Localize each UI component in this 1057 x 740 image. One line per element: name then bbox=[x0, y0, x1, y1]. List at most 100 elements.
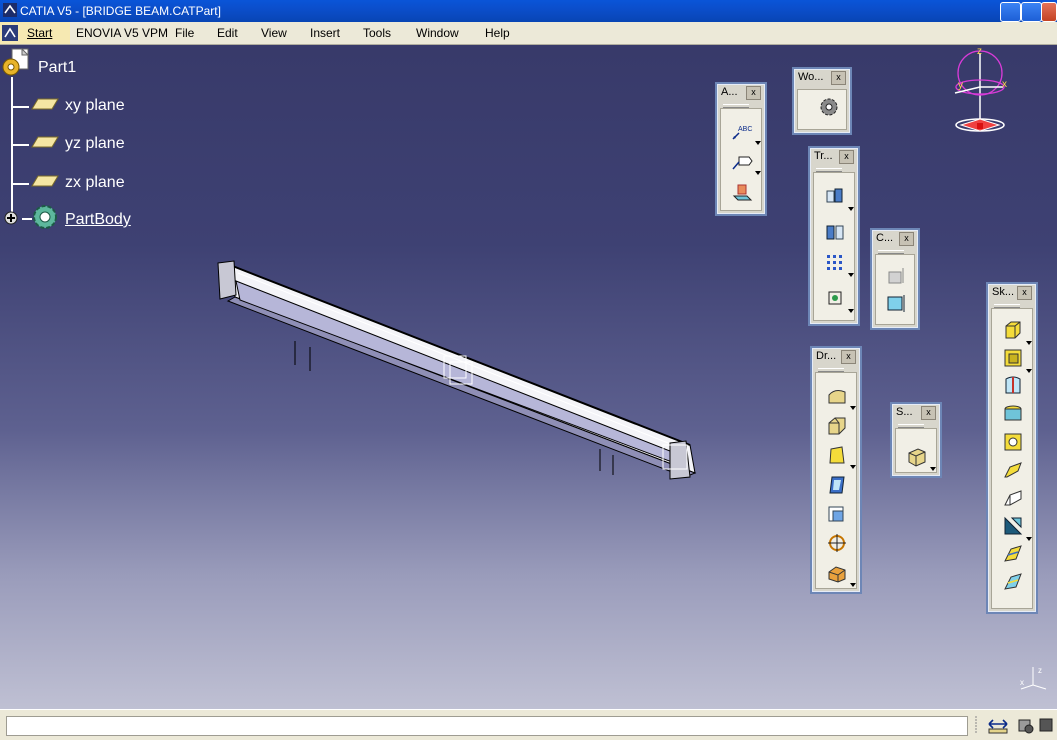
catia-logo-icon[interactable] bbox=[3, 3, 17, 17]
constraint-icon[interactable] bbox=[885, 265, 907, 287]
toolbar-workbench-title: Wo... bbox=[798, 71, 824, 83]
shell-icon[interactable] bbox=[826, 474, 848, 496]
expand-plus-icon[interactable] bbox=[4, 211, 18, 225]
toolbar-close-button[interactable]: x bbox=[921, 406, 936, 420]
dropdown-arrow-icon[interactable] bbox=[848, 309, 854, 313]
part-icon[interactable] bbox=[0, 48, 36, 80]
pocket-icon[interactable] bbox=[1002, 347, 1024, 369]
hole-icon[interactable] bbox=[1002, 431, 1024, 453]
toolbar-close-button[interactable]: x bbox=[746, 86, 761, 100]
constraint-box-icon[interactable] bbox=[885, 292, 907, 314]
dropdown-arrow-icon[interactable] bbox=[1026, 537, 1032, 541]
toolbar-dress-up[interactable]: Dr... x bbox=[810, 346, 862, 594]
toolbar-transformations[interactable]: Tr... x bbox=[808, 146, 860, 326]
mirror-icon[interactable] bbox=[824, 222, 846, 244]
tree-root-part1[interactable]: Part1 bbox=[38, 59, 76, 77]
translate-icon[interactable] bbox=[824, 185, 846, 207]
dropdown-arrow-icon[interactable] bbox=[1026, 341, 1032, 345]
toolbar-annotations[interactable]: A... x ABC bbox=[715, 82, 767, 216]
dropdown-arrow-icon[interactable] bbox=[848, 207, 854, 211]
toolbar-header[interactable]: S... x bbox=[892, 404, 940, 421]
toolbar-close-button[interactable]: x bbox=[841, 350, 856, 364]
loft-icon[interactable] bbox=[1002, 543, 1024, 565]
pad-icon[interactable] bbox=[1002, 319, 1024, 341]
dropdown-arrow-icon[interactable] bbox=[850, 465, 856, 469]
thread-icon[interactable] bbox=[826, 532, 848, 554]
compass-y-label: y bbox=[958, 80, 963, 91]
pattern-icon[interactable] bbox=[824, 252, 846, 274]
toolbar-workbench[interactable]: Wo... x bbox=[792, 67, 852, 135]
toolbar-close-button[interactable]: x bbox=[839, 150, 854, 164]
tree-node-zx-plane[interactable]: zx plane bbox=[65, 174, 125, 192]
toolbar-header[interactable]: Sk... x bbox=[988, 284, 1036, 301]
menu-view[interactable]: View bbox=[261, 26, 287, 40]
dropdown-arrow-icon[interactable] bbox=[850, 406, 856, 410]
surface-split-icon[interactable] bbox=[906, 445, 928, 467]
toolbar-sketch-based[interactable]: Sk... x bbox=[986, 282, 1038, 614]
partbody-gear-icon bbox=[33, 205, 57, 229]
workbench-gear-icon[interactable] bbox=[818, 96, 840, 118]
dropdown-arrow-icon[interactable] bbox=[1026, 369, 1032, 373]
toolbar-header[interactable]: Dr... x bbox=[812, 348, 860, 365]
compass-z-label: z bbox=[977, 46, 982, 57]
menu-bar: Start ENOVIA V5 VPM File Edit View Inser… bbox=[0, 22, 1057, 45]
toolbar-dress-up-title: Dr... bbox=[816, 350, 837, 362]
toolbar-header[interactable]: Wo... x bbox=[794, 69, 850, 86]
chamfer-icon[interactable] bbox=[826, 415, 848, 437]
dropdown-arrow-icon[interactable] bbox=[848, 273, 854, 277]
toolbar-body bbox=[815, 372, 857, 589]
toolbar-header[interactable]: C... x bbox=[872, 230, 918, 247]
compass-x-label: x bbox=[1002, 79, 1007, 90]
compass-widget[interactable] bbox=[945, 45, 1015, 137]
power-input-icon[interactable] bbox=[1038, 715, 1056, 735]
catia-start-icon bbox=[2, 25, 18, 41]
fillet-icon[interactable] bbox=[826, 386, 848, 408]
thickness-icon[interactable] bbox=[826, 503, 848, 525]
dropdown-arrow-icon[interactable] bbox=[850, 583, 856, 587]
3d-viewport[interactable]: Part1 xy plane yz plane zx plane PartBod… bbox=[0, 45, 1057, 709]
scale-icon[interactable] bbox=[824, 287, 846, 309]
bridge-beam-model[interactable] bbox=[200, 245, 710, 495]
plane-icon bbox=[31, 175, 59, 187]
menu-edit[interactable]: Edit bbox=[217, 26, 238, 40]
menu-help[interactable]: Help bbox=[485, 26, 510, 40]
tree-node-xy-plane[interactable]: xy plane bbox=[65, 97, 125, 115]
close-button[interactable] bbox=[1041, 2, 1057, 22]
toolbar-header[interactable]: A... x bbox=[717, 84, 765, 101]
tree-node-partbody[interactable]: PartBody bbox=[65, 211, 131, 229]
plane-icon bbox=[31, 136, 59, 148]
slot-icon[interactable] bbox=[1002, 487, 1024, 509]
minimize-button[interactable] bbox=[1000, 2, 1021, 22]
tree-node-yz-plane[interactable]: yz plane bbox=[65, 135, 125, 153]
menu-tools[interactable]: Tools bbox=[363, 26, 391, 40]
annotation-plane-icon[interactable] bbox=[731, 181, 753, 203]
measure-icon[interactable] bbox=[987, 715, 1009, 735]
menu-enovia[interactable]: ENOVIA V5 VPM bbox=[76, 26, 168, 40]
toolbar-surface[interactable]: S... x bbox=[890, 402, 942, 478]
command-input[interactable] bbox=[6, 716, 968, 736]
rib-icon[interactable] bbox=[1002, 459, 1024, 481]
start-menu[interactable]: Start bbox=[0, 22, 70, 44]
toolbar-constraints[interactable]: C... x bbox=[870, 228, 920, 330]
menu-file[interactable]: File bbox=[175, 26, 194, 40]
shaft-icon[interactable] bbox=[1002, 375, 1024, 397]
maximize-button[interactable] bbox=[1021, 2, 1042, 22]
flag-note-icon[interactable] bbox=[731, 151, 753, 173]
status-bar bbox=[0, 709, 1057, 740]
draft-icon[interactable] bbox=[826, 444, 848, 466]
menu-insert[interactable]: Insert bbox=[310, 26, 340, 40]
toolbar-header[interactable]: Tr... x bbox=[810, 148, 858, 165]
dropdown-arrow-icon[interactable] bbox=[755, 171, 761, 175]
dropdown-arrow-icon[interactable] bbox=[755, 141, 761, 145]
stiffener-icon[interactable] bbox=[1002, 515, 1024, 537]
toolbar-close-button[interactable]: x bbox=[831, 71, 846, 85]
groove-icon[interactable] bbox=[1002, 403, 1024, 425]
cache-icon[interactable] bbox=[1016, 715, 1036, 735]
toolbar-close-button[interactable]: x bbox=[1017, 286, 1032, 300]
toolbar-close-button[interactable]: x bbox=[899, 232, 914, 246]
remove-face-icon[interactable] bbox=[826, 562, 848, 584]
menu-window[interactable]: Window bbox=[416, 26, 459, 40]
remove-loft-icon[interactable] bbox=[1002, 571, 1024, 593]
text-abc-icon[interactable]: ABC bbox=[731, 121, 753, 143]
dropdown-arrow-icon[interactable] bbox=[930, 467, 936, 471]
